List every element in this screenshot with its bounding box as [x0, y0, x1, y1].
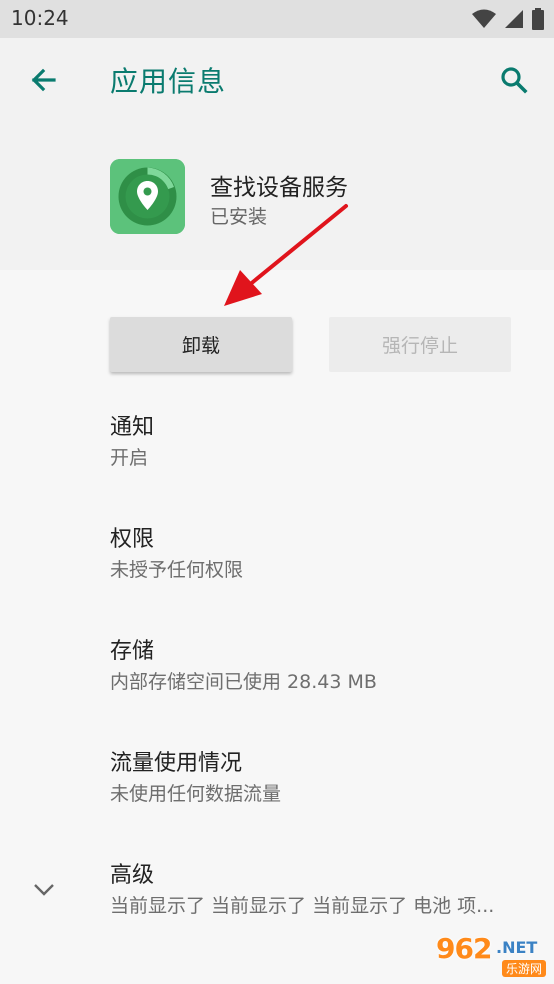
arrow-back-icon [31, 68, 56, 92]
watermark-logo: 962 .NET 乐游网 [416, 930, 548, 978]
search-icon [501, 67, 528, 94]
setting-summary: 当前显示了 当前显示了 当前显示了 电池 项... [110, 895, 495, 917]
setting-summary: 未使用任何数据流量 [110, 783, 282, 805]
app-bar: 应用信息 [0, 38, 554, 122]
force-stop-button[interactable]: 强行停止 [329, 317, 511, 372]
search-button[interactable] [494, 60, 534, 100]
setting-title: 流量使用情况 [110, 751, 243, 776]
setting-summary: 内部存储空间已使用 28.43 MB [110, 671, 377, 693]
settings-item-data-usage[interactable]: 流量使用情况 未使用任何数据流量 [110, 749, 540, 809]
watermark-suffix: .NET [496, 938, 538, 957]
page-title: 应用信息 [110, 65, 227, 98]
status-bar: 10:24 [0, 0, 554, 38]
uninstall-button[interactable]: 卸载 [110, 317, 292, 372]
settings-item-permissions[interactable]: 权限 未授予任何权限 [110, 525, 540, 585]
battery-icon [532, 8, 544, 30]
setting-summary: 未授予任何权限 [110, 559, 244, 581]
settings-item-advanced[interactable]: 高级 当前显示了 当前显示了 当前显示了 电池 项... [110, 861, 540, 921]
setting-title: 存储 [110, 639, 155, 664]
settings-item-notifications[interactable]: 通知 开启 [110, 413, 540, 473]
app-icon [110, 159, 185, 234]
app-header: 查找设备服务 已安装 [0, 122, 554, 270]
settings-item-storage[interactable]: 存储 内部存储空间已使用 28.43 MB [110, 637, 540, 697]
watermark-sub: 乐游网 [502, 960, 547, 977]
setting-title: 高级 [110, 863, 155, 888]
cellular-signal-icon [505, 10, 523, 28]
setting-summary: 开启 [110, 447, 149, 469]
status-time: 10:24 [11, 6, 69, 30]
app-install-status: 已安装 [210, 206, 268, 228]
setting-title: 权限 [110, 527, 155, 552]
expand-more-icon[interactable] [30, 876, 58, 904]
app-name: 查找设备服务 [210, 175, 348, 201]
location-pin-icon [110, 159, 185, 234]
wifi-icon [472, 9, 496, 28]
back-button[interactable] [24, 60, 64, 100]
watermark-number: 962 [436, 932, 492, 965]
setting-title: 通知 [110, 415, 155, 440]
status-icons [472, 6, 544, 32]
